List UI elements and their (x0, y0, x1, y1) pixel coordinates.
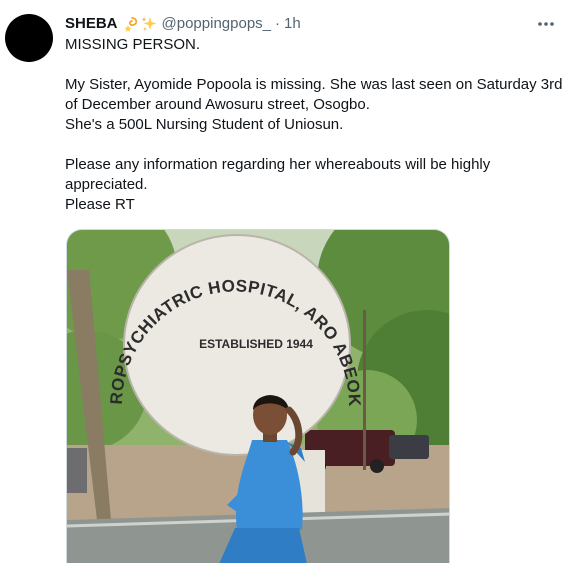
tweet-line: MISSING PERSON. (65, 36, 201, 53)
display-name[interactable]: SHEBA (65, 14, 118, 34)
tweet-header: SHEBA @poppingpops_ · 1h (65, 14, 556, 34)
dizzy-icon (124, 16, 140, 32)
tweet-line: Please any information regarding her whe… (65, 156, 491, 193)
photo-illustration: NEUROPSYCHIATRIC HOSPITAL, ARO ABEOKUTA … (67, 230, 449, 563)
more-horizontal-icon[interactable] (536, 14, 556, 34)
tweet-line: She's a 500L Nursing Student of Uniosun. (65, 116, 344, 133)
tweet-line: My Sister, Ayomide Popoola is missing. S… (65, 76, 563, 113)
tweet-photo[interactable]: NEUROPSYCHIATRIC HOSPITAL, ARO ABEOKUTA … (66, 229, 450, 563)
separator-dot: · (275, 15, 280, 32)
name-emojis (124, 16, 157, 32)
timestamp[interactable]: 1h (284, 14, 301, 34)
tweet-text: MISSING PERSON. My Sister, Ayomide Popoo… (65, 35, 565, 215)
sign-established-text: ESTABLISHED 1944 (199, 337, 313, 351)
tweet-line: Please RT (65, 196, 135, 213)
avatar[interactable] (5, 14, 53, 62)
user-handle[interactable]: @poppingpops_ (162, 14, 271, 34)
sparkles-icon (141, 16, 157, 32)
